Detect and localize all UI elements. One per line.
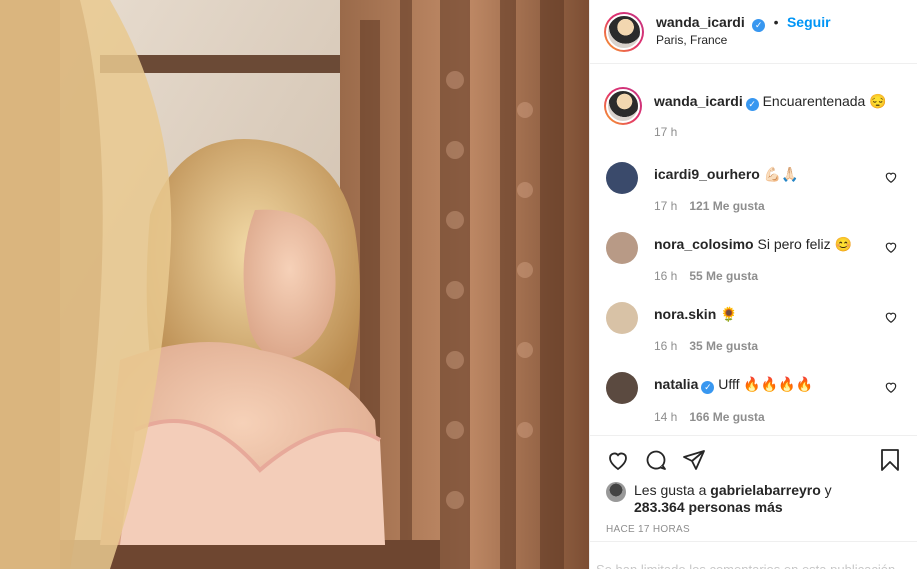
comment-text: 💪🏻🙏🏻 bbox=[763, 166, 799, 182]
author-avatar[interactable] bbox=[604, 11, 644, 52]
commenter-username[interactable]: natalia bbox=[654, 376, 698, 392]
comment-heart-icon[interactable] bbox=[884, 170, 898, 184]
commenter-avatar[interactable] bbox=[606, 372, 638, 404]
post-sidebar: wanda_icardi ✓ • Seguir Paris, France wa… bbox=[589, 0, 917, 569]
author-username[interactable]: wanda_icardi bbox=[656, 14, 745, 30]
comment-time: 14 h bbox=[654, 410, 678, 424]
comment-meta: 16 h 35 Me gusta bbox=[654, 339, 904, 353]
comment-time: 17 h bbox=[654, 199, 678, 213]
comment-likes[interactable]: 35 Me gusta bbox=[689, 339, 758, 353]
instagram-post: wanda_icardi ✓ • Seguir Paris, France wa… bbox=[0, 0, 917, 569]
comment-text-row: icardi9_ourhero 💪🏻🙏🏻 bbox=[654, 162, 904, 183]
commenter-username[interactable]: icardi9_ourhero bbox=[654, 166, 760, 182]
verified-badge-icon: ✓ bbox=[745, 98, 759, 111]
caption: wanda_icardi ✓ Encuarentenada 😔 17 h bbox=[590, 87, 917, 162]
photo-illustration bbox=[0, 0, 589, 569]
commenter-avatar[interactable] bbox=[606, 232, 638, 264]
comments-closed-notice: Se han limitado los comentarios en esta … bbox=[590, 541, 917, 569]
comment-icon[interactable] bbox=[644, 448, 668, 472]
caption-text-row: wanda_icardi ✓ Encuarentenada 😔 bbox=[654, 87, 904, 111]
comment-meta: 17 h 121 Me gusta bbox=[654, 199, 904, 213]
follow-button[interactable]: Seguir bbox=[787, 14, 831, 30]
comment-heart-icon[interactable] bbox=[884, 380, 898, 394]
commenter-username[interactable]: nora.skin bbox=[654, 306, 716, 322]
comment-heart-icon[interactable] bbox=[884, 310, 898, 324]
caption-avatar[interactable] bbox=[604, 87, 642, 125]
comment-item: icardi9_ourhero 💪🏻🙏🏻 17 h 121 Me gusta bbox=[590, 162, 917, 232]
commenter-avatar[interactable] bbox=[606, 162, 638, 194]
separator-dot: • bbox=[773, 14, 779, 30]
verified-badge-icon: ✓ bbox=[752, 19, 766, 32]
location-link[interactable]: Paris, France bbox=[656, 32, 831, 49]
comment-text: 🌻 bbox=[720, 306, 738, 322]
caption-time: 17 h bbox=[654, 125, 678, 139]
share-icon[interactable] bbox=[682, 448, 706, 472]
caption-username[interactable]: wanda_icardi bbox=[654, 93, 743, 109]
likes-middle: y bbox=[820, 482, 832, 498]
likes-prefix: Les gusta a bbox=[634, 482, 711, 498]
verified-badge-icon: ✓ bbox=[701, 381, 715, 394]
comment-meta: 14 h 166 Me gusta bbox=[654, 410, 904, 424]
comment-likes[interactable]: 166 Me gusta bbox=[689, 410, 764, 424]
comment-item: nora_colosimo Si pero feliz 😊 16 h 55 Me g… bbox=[590, 232, 917, 302]
comments-list[interactable]: wanda_icardi ✓ Encuarentenada 😔 17 h icar… bbox=[590, 65, 917, 435]
comment-item: natalia ✓ Ufff 🔥🔥🔥🔥 14 h 166 Me gusta bbox=[590, 372, 917, 435]
caption-emoji: 😔 bbox=[869, 93, 887, 109]
post-header: wanda_icardi ✓ • Seguir Paris, France bbox=[590, 0, 917, 64]
comment-text: Ufff 🔥🔥🔥🔥 bbox=[718, 376, 814, 392]
action-icons bbox=[606, 446, 902, 474]
comment-text: Si pero feliz 😊 bbox=[757, 236, 852, 252]
header-names: wanda_icardi ✓ • Seguir Paris, France bbox=[656, 14, 831, 49]
bookmark-icon[interactable] bbox=[878, 448, 902, 472]
comment-text-row: nora.skin 🌻 bbox=[654, 302, 904, 323]
comment-meta: 16 h 55 Me gusta bbox=[654, 269, 904, 283]
likes-summary: Les gusta a gabrielabarreyro y 283.364 p… bbox=[606, 482, 902, 516]
likes-text: Les gusta a gabrielabarreyro y 283.364 p… bbox=[634, 482, 832, 516]
caption-text: Encuarentenada bbox=[762, 93, 866, 109]
liker-avatar[interactable] bbox=[606, 482, 626, 502]
comment-time: 16 h bbox=[654, 339, 678, 353]
liker-username[interactable]: gabrielabarreyro bbox=[710, 482, 821, 498]
comment-text-row: natalia ✓ Ufff 🔥🔥🔥🔥 bbox=[654, 372, 904, 394]
action-bar: Les gusta a gabrielabarreyro y 283.364 p… bbox=[590, 435, 917, 535]
commenter-avatar[interactable] bbox=[606, 302, 638, 334]
post-photo[interactable] bbox=[0, 0, 589, 569]
comment-likes[interactable]: 121 Me gusta bbox=[689, 199, 764, 213]
likes-count[interactable]: 283.364 personas más bbox=[634, 499, 783, 515]
comment-time: 16 h bbox=[654, 269, 678, 283]
comment-text-row: nora_colosimo Si pero feliz 😊 bbox=[654, 232, 904, 253]
comment-rows: icardi9_ourhero 💪🏻🙏🏻 17 h 121 Me gusta nora… bbox=[590, 162, 917, 435]
comment-heart-icon[interactable] bbox=[884, 240, 898, 254]
comment-item: nora.skin 🌻 16 h 35 Me gusta bbox=[590, 302, 917, 372]
post-timestamp: HACE 17 HORAS bbox=[606, 524, 690, 535]
commenter-username[interactable]: nora_colosimo bbox=[654, 236, 754, 252]
heart-icon[interactable] bbox=[606, 448, 630, 472]
comment-likes[interactable]: 55 Me gusta bbox=[689, 269, 758, 283]
